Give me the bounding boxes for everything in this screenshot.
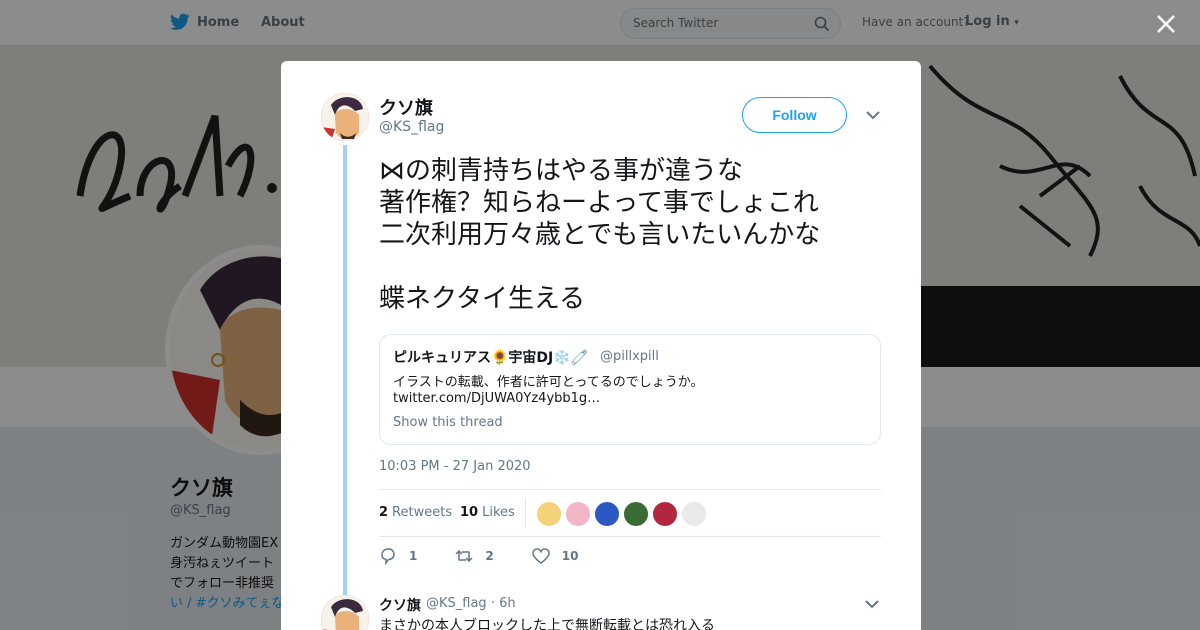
show-thread-link[interactable]: Show this thread: [393, 415, 503, 430]
like-count: 10: [561, 549, 579, 563]
tweet-actions: 1 2 10: [379, 547, 616, 565]
tweet-modal: クソ旗 @KS_flag Follow ⋈の刺青持ちはやる事が違うな 著作権？知…: [281, 61, 921, 630]
liker-avatars: [536, 501, 710, 527]
chevron-down-icon[interactable]: [865, 109, 881, 121]
retweets-stat[interactable]: 2 Retweets: [379, 505, 452, 520]
reply-icon: [381, 548, 395, 565]
heart-icon: [531, 548, 550, 564]
retweet-count: 2: [485, 549, 494, 563]
likes-stat[interactable]: 10 Likes: [460, 505, 515, 520]
reply-author-avatar[interactable]: [321, 595, 369, 630]
liker-avatar[interactable]: [536, 501, 562, 527]
quoted-author-name: ピルキュリアス🌻宇宙DJ❄️🧷: [393, 350, 589, 366]
reply-action[interactable]: 1: [379, 547, 417, 565]
tweet-author-handle[interactable]: @KS_flag: [379, 119, 444, 135]
liker-avatar[interactable]: [565, 501, 591, 527]
retweet-action[interactable]: 2: [455, 547, 494, 565]
retweets-count: 2: [379, 505, 389, 520]
stats-divider: [525, 498, 526, 528]
follow-button[interactable]: Follow: [742, 97, 847, 133]
reply-author-name[interactable]: クソ旗: [379, 595, 421, 615]
liker-avatar[interactable]: [623, 501, 649, 527]
tweet-timestamp[interactable]: 10:03 PM - 27 Jan 2020: [379, 459, 531, 474]
quoted-author-handle: @pillxpill: [600, 349, 659, 364]
reply-count: 1: [409, 549, 418, 563]
liker-avatar[interactable]: [594, 501, 620, 527]
chevron-down-icon[interactable]: [865, 599, 879, 609]
tweet-text: ⋈の刺青持ちはやる事が違うな 著作権？知らねーよって事でしょこれ 二次利用万々歳…: [379, 156, 821, 314]
tweet-author-name[interactable]: クソ旗: [379, 94, 433, 120]
likes-count: 10: [460, 505, 479, 520]
thread-connector-line: [343, 145, 347, 595]
tweet-stats: 2 Retweets 10 Likes: [379, 489, 881, 537]
liker-avatar[interactable]: [681, 501, 707, 527]
tweet-author-avatar[interactable]: [321, 93, 369, 141]
reply-author-handle-time[interactable]: @KS_flag · 6h: [426, 596, 516, 611]
likes-label: Likes: [482, 505, 515, 520]
quoted-tweet-text: イラストの転載、作者に許可とってるのでしょうか。: [393, 375, 704, 390]
quoted-tweet-link: twitter.com/DjUWA0Yz4ybb1g…: [393, 391, 601, 406]
like-action[interactable]: 10: [531, 547, 579, 565]
retweets-label: Retweets: [392, 505, 453, 520]
retweet-icon: [455, 549, 473, 563]
quoted-tweet-card[interactable]: ピルキュリアス🌻宇宙DJ❄️🧷 @pillxpill イラストの転載、作者に許可…: [379, 334, 881, 445]
reply-tweet-text: まさかの本人ブロックした上で無断転載とは恐れ入る: [379, 618, 715, 630]
liker-avatar[interactable]: [652, 501, 678, 527]
close-icon[interactable]: [1154, 12, 1178, 36]
